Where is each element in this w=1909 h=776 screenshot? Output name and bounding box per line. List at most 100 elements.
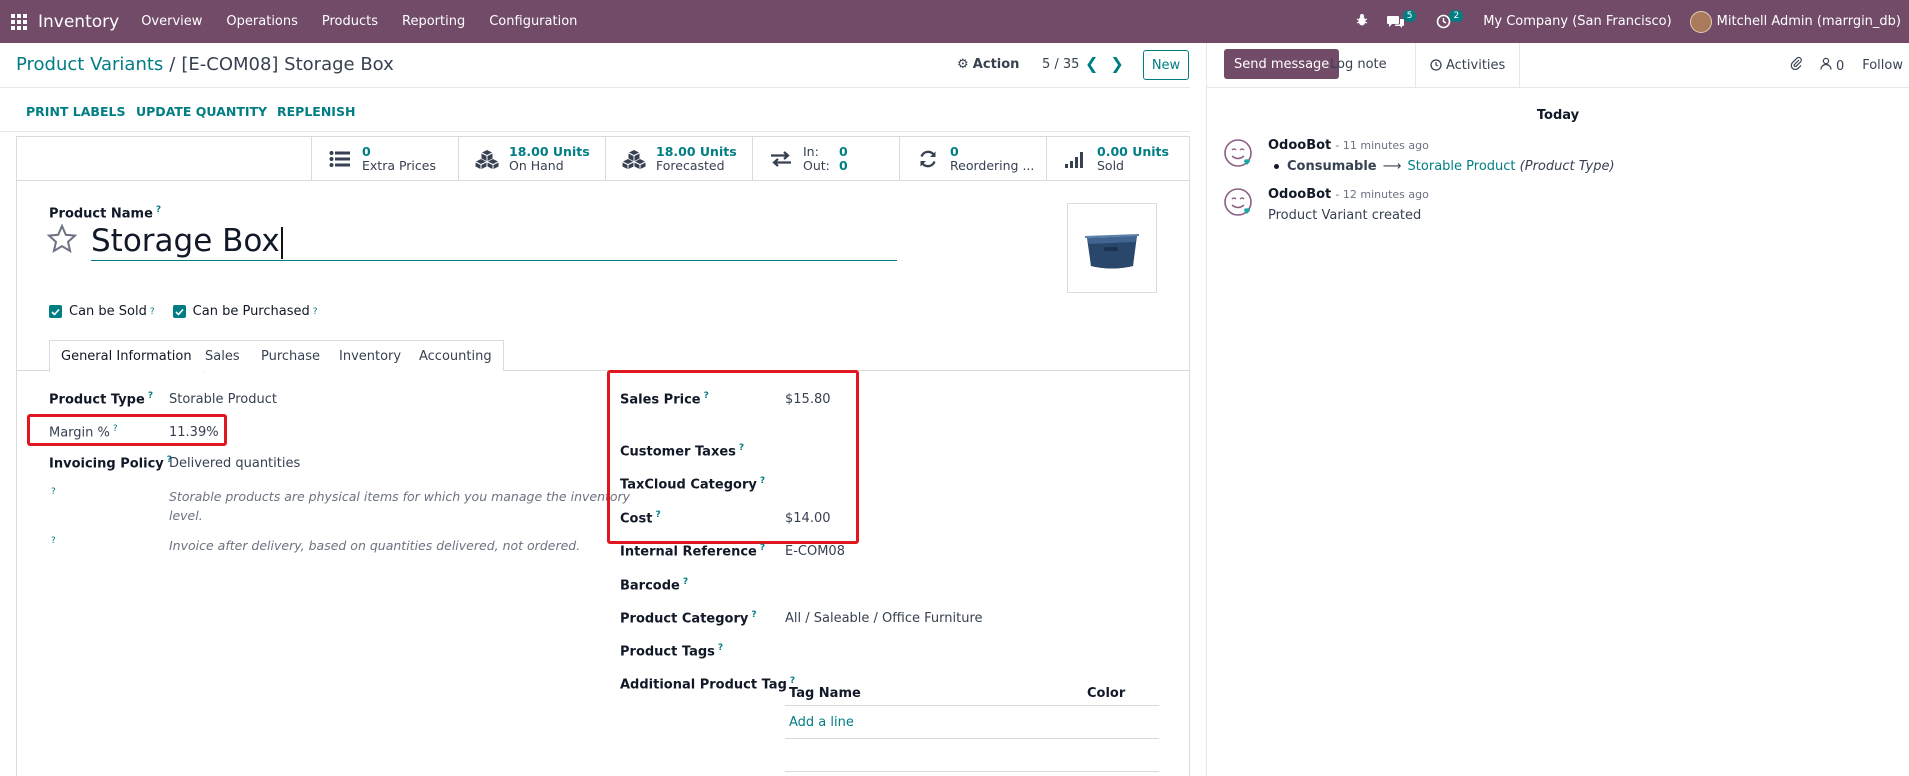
debug-bug-icon[interactable] [1355,13,1369,31]
on-hand-button[interactable]: 18.00 Units On Hand [458,137,605,181]
action-menu-button[interactable]: ⚙ Action [957,57,1019,72]
table-row [785,739,1159,772]
action-label: Action [972,57,1020,72]
log-note-button[interactable]: Log note [1320,49,1397,79]
user-name: Mitchell Admin (marrgin_db) [1716,14,1901,29]
user-menu[interactable]: Mitchell Admin (marrgin_db) [1689,10,1901,33]
barcode-label: Barcode? [620,577,689,594]
checkbox-checked-icon [172,305,186,318]
help-tooltip-icon[interactable]: ? [718,643,723,653]
can-be-sold-checkbox[interactable]: Can be Sold? [49,304,155,319]
note-line: Storable products are physical items for… [169,489,631,504]
refresh-icon [916,149,940,169]
update-quantity-button[interactable]: UPDATE QUANTITY [136,104,267,119]
product-category-label: Product Category? [620,610,757,627]
avatar [1689,10,1712,33]
product-name-label: Product Name? [49,205,162,222]
breadcrumb-separator: / [169,54,176,75]
forecasted-label: Forecasted [656,158,725,173]
help-tooltip-icon[interactable]: ? [148,391,153,401]
gear-icon: ⚙ [957,57,969,72]
product-image[interactable] [1067,203,1157,293]
messages-count-badge: 5 [1402,9,1417,22]
in-out-button[interactable]: In: 0 Out: 0 [752,137,899,181]
list-icon [328,149,352,169]
reordering-label: Reordering ... [950,158,1035,173]
product-category-value[interactable]: All / Saleable / Office Furniture [785,611,983,626]
forecasted-value: 18.00 Units [656,144,737,159]
product-type-value[interactable]: Storable Product [169,392,277,407]
help-tooltip-icon[interactable]: ? [683,577,688,587]
menu-reporting[interactable]: Reporting [402,14,465,29]
table-row: Add a line [785,706,1159,739]
storage-box-image [1084,234,1140,269]
new-button[interactable]: New [1143,50,1189,80]
signal-bars-icon [1063,149,1087,169]
activities-button[interactable]: 2 [1436,9,1465,29]
odoobot-avatar-icon [1224,139,1252,167]
can-be-purchased-checkbox[interactable]: Can be Purchased? [172,304,318,319]
replenish-button[interactable]: REPLENISH [277,104,355,119]
column-color[interactable]: Color [1087,686,1125,701]
followers-button[interactable]: 0 [1820,57,1844,74]
add-a-line-link[interactable]: Add a line [789,715,854,730]
exchange-arrows-icon [769,149,793,169]
company-switcher[interactable]: My Company (San Francisco) [1483,14,1671,29]
tab-purchase[interactable]: Purchase [250,340,333,371]
paperclip-icon[interactable] [1790,56,1802,74]
help-tooltip-icon[interactable]: ? [156,205,161,215]
activities-count-badge: 2 [1449,9,1464,22]
forecasted-button[interactable]: 18.00 Units Forecasted [605,137,752,181]
tab-accounting[interactable]: Accounting [408,340,504,371]
help-tooltip-icon[interactable]: ? [51,487,56,497]
cubes-icon [475,149,499,169]
help-tooltip-icon[interactable]: ? [150,307,155,317]
extra-prices-button[interactable]: 0 Extra Prices [311,137,458,181]
pager-previous-icon[interactable]: ❮ [1085,54,1098,73]
pager-next-icon[interactable]: ❯ [1110,54,1123,73]
arrow-right-icon: ⟶ [1382,159,1402,174]
storable-product-note: Storable products are physical items for… [169,487,630,525]
internal-reference-label: Internal Reference? [620,543,766,560]
product-name-input[interactable]: Storage Box [91,223,897,261]
help-tooltip-icon[interactable]: ? [51,536,56,546]
reordering-button[interactable]: 0 Reordering ... [899,137,1046,181]
extra-prices-value: 0 [362,144,371,159]
app-name[interactable]: Inventory [38,12,119,32]
favorite-star-icon[interactable] [46,223,78,254]
apps-menu-icon[interactable] [0,0,38,43]
help-tooltip-icon[interactable]: ? [760,543,765,553]
menu-products[interactable]: Products [322,14,378,29]
print-labels-button[interactable]: PRINT LABELS [26,104,125,119]
activities-tab-button[interactable]: Activities [1415,43,1521,87]
header-action-bar: PRINT LABELS UPDATE QUANTITY REPLENISH [0,88,1190,132]
checkbox-checked-icon [49,305,62,318]
message-author[interactable]: OdooBot [1268,187,1331,202]
top-navbar: Inventory Overview Operations Products R… [0,0,1909,43]
breadcrumb-parent-link[interactable]: Product Variants [16,54,163,75]
extra-prices-label: Extra Prices [362,158,436,173]
tab-inventory[interactable]: Inventory [328,340,414,371]
menu-overview[interactable]: Overview [141,14,202,29]
can-be-sold-label: Can be Sold [69,304,147,319]
internal-reference-value[interactable]: E-COM08 [785,544,845,559]
message-time: - 12 minutes ago [1335,188,1429,201]
additional-tag-table: Tag Name Color Add a line [785,678,1159,772]
message-author[interactable]: OdooBot [1268,138,1331,153]
follow-button[interactable]: Follow [1862,58,1903,73]
messages-button[interactable]: 5 [1386,9,1419,29]
pager-value[interactable]: 5 / 35 [1042,57,1079,72]
tab-sales[interactable]: Sales [194,340,252,371]
help-tooltip-icon[interactable]: ? [751,610,756,620]
menu-operations[interactable]: Operations [226,14,297,29]
menu-configuration[interactable]: Configuration [489,14,577,29]
sold-label: Sold [1097,158,1124,173]
on-hand-label: On Hand [509,158,564,173]
invoicing-policy-label: Invoicing Policy? [49,455,172,472]
invoicing-policy-value[interactable]: Delivered quantities [169,456,300,471]
help-tooltip-icon[interactable]: ? [313,307,318,317]
form-notebook-tabs: General Information Sales Purchase Inven… [17,340,1189,372]
sold-button[interactable]: 0.00 Units Sold [1046,137,1193,181]
tab-general-information[interactable]: General Information [49,340,204,372]
column-tag-name[interactable]: Tag Name [789,686,861,701]
